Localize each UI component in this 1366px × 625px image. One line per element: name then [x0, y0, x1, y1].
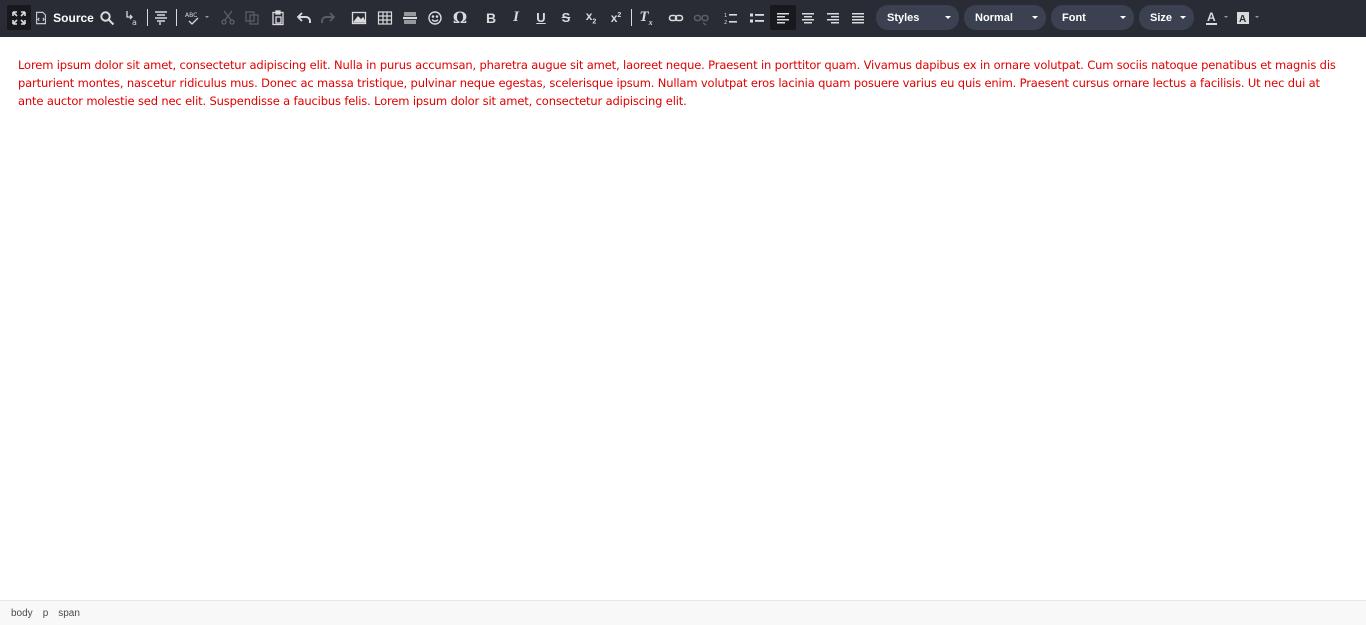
- path-item-span[interactable]: span: [54, 606, 84, 621]
- table-icon[interactable]: [373, 5, 397, 30]
- editor-content-area[interactable]: Lorem ipsum dolor sit amet, consectetur …: [0, 37, 1366, 600]
- maximize-icon[interactable]: [7, 5, 31, 30]
- styles-dropdown-label: Styles: [887, 11, 920, 24]
- replace-icon[interactable]: a: [120, 5, 144, 30]
- align-left-icon[interactable]: [770, 5, 796, 30]
- image-icon[interactable]: [347, 5, 371, 30]
- font-dropdown[interactable]: Font: [1051, 5, 1134, 30]
- format-dropdown-label: Normal: [975, 11, 1013, 24]
- chevron-down-icon: [1255, 16, 1259, 18]
- italic-icon[interactable]: I: [504, 5, 528, 30]
- toolbar-separator: [176, 9, 177, 26]
- size-dropdown-label: Size: [1150, 11, 1173, 24]
- font-dropdown-label: Font: [1062, 11, 1086, 24]
- editor-toolbar: Source a ABC Ω B I U S x2 x2 Tx 1 2 Styl…: [0, 0, 1366, 37]
- remove-format-icon[interactable]: Tx: [634, 5, 658, 30]
- path-item-body[interactable]: body: [7, 606, 37, 621]
- toolbar-separator: [631, 9, 632, 26]
- chevron-down-icon: [945, 16, 951, 19]
- chevron-down-icon: [1120, 16, 1126, 19]
- superscript-icon[interactable]: x2: [604, 5, 628, 30]
- styles-dropdown[interactable]: Styles: [876, 5, 959, 30]
- subscript-icon[interactable]: x2: [579, 5, 603, 30]
- redo-icon[interactable]: [316, 5, 340, 30]
- svg-text:a: a: [132, 18, 137, 26]
- size-dropdown[interactable]: Size: [1139, 5, 1194, 30]
- underline-icon[interactable]: U: [529, 5, 553, 30]
- justify-icon[interactable]: [846, 5, 870, 30]
- cut-icon[interactable]: [216, 5, 240, 30]
- smiley-icon[interactable]: [423, 5, 447, 30]
- source-button[interactable]: Source: [34, 5, 94, 30]
- source-label: Source: [53, 10, 94, 25]
- link-icon[interactable]: [664, 5, 688, 30]
- numbered-list-icon[interactable]: 12: [719, 5, 743, 30]
- copy-icon[interactable]: [240, 5, 264, 30]
- text-color-icon[interactable]: A: [1200, 5, 1228, 30]
- svg-text:ABC: ABC: [185, 12, 197, 19]
- chevron-down-icon: [1180, 16, 1186, 19]
- bulleted-list-icon[interactable]: [745, 5, 769, 30]
- editor-paragraph[interactable]: Lorem ipsum dolor sit amet, consectetur …: [18, 56, 1338, 110]
- svg-text:2: 2: [724, 20, 727, 26]
- svg-text:A: A: [1239, 14, 1246, 25]
- spellcheck-icon[interactable]: ABC: [181, 5, 209, 30]
- background-color-icon[interactable]: A: [1231, 5, 1259, 30]
- paste-icon[interactable]: [266, 5, 290, 30]
- svg-text:A: A: [1207, 10, 1216, 24]
- element-path-bar: body p span: [0, 600, 1366, 625]
- path-item-p[interactable]: p: [39, 606, 53, 621]
- find-icon[interactable]: [95, 5, 119, 30]
- select-all-icon[interactable]: [149, 5, 173, 30]
- svg-text:1: 1: [724, 13, 727, 19]
- chevron-down-icon: [1032, 16, 1038, 19]
- chevron-down-icon: [1224, 16, 1228, 18]
- toolbar-separator: [147, 9, 148, 26]
- horizontal-line-icon[interactable]: [398, 5, 422, 30]
- special-char-icon[interactable]: Ω: [448, 5, 472, 30]
- chevron-down-icon: [205, 16, 209, 18]
- align-center-icon[interactable]: [796, 5, 820, 30]
- align-right-icon[interactable]: [821, 5, 845, 30]
- strikethrough-icon[interactable]: S: [554, 5, 578, 30]
- format-dropdown[interactable]: Normal: [964, 5, 1046, 30]
- source-icon: [34, 11, 48, 25]
- bold-icon[interactable]: B: [479, 5, 503, 30]
- unlink-icon[interactable]: [689, 5, 713, 30]
- undo-icon[interactable]: [292, 5, 316, 30]
